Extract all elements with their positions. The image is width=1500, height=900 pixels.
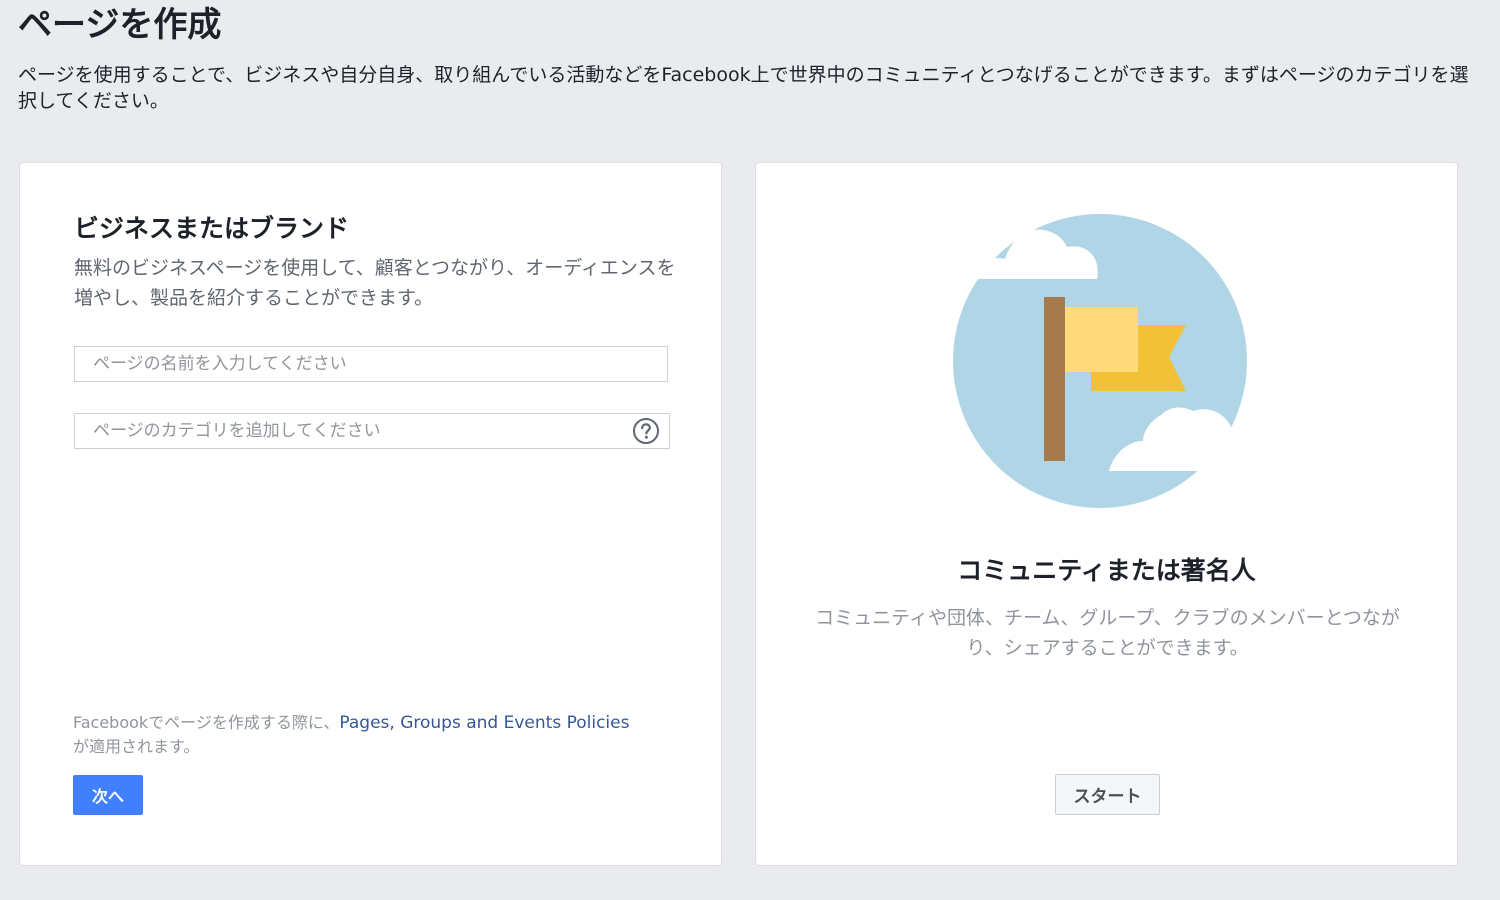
next-button[interactable]: 次へ: [73, 775, 143, 815]
flag-illustration: [953, 214, 1264, 508]
question-circle-icon[interactable]: [632, 417, 660, 445]
community-card-title: コミュニティまたは著名人: [957, 556, 1256, 585]
policy-prefix: Facebookでページを作成する際に、: [73, 713, 340, 732]
policies-link[interactable]: Pages, Groups and Events Policies: [339, 713, 629, 733]
start-button[interactable]: スタート: [1055, 774, 1160, 815]
business-card-title: ビジネスまたはブランド: [74, 214, 350, 243]
business-card-description: 無料のビジネスページを使用して、顧客とつながり、オーディエンスを増やし、製品を紹…: [74, 257, 676, 309]
page-category-input[interactable]: [74, 413, 670, 449]
page-title: ページを作成: [18, 5, 222, 45]
flag-pole: [1044, 297, 1065, 461]
page-description: ページを使用することで、ビジネスや自分自身、取り組んでいる活動などをFacebo…: [18, 64, 1469, 112]
flag-front-panel: [1065, 307, 1138, 372]
category-field: [74, 413, 670, 449]
page-name-input[interactable]: [74, 346, 668, 382]
policy-suffix: が適用されます。: [73, 737, 200, 756]
community-card-description: コミュニティや団体、チーム、グループ、クラブのメンバーとつながり、シェアすること…: [815, 607, 1400, 659]
page-header: ページを作成 ページを使用することで、ビジネスや自分自身、取り組んでいる活動など…: [18, 0, 1478, 114]
business-brand-card: ビジネスまたはブランド 無料のビジネスページを使用して、顧客とつながり、オーディ…: [19, 162, 722, 866]
community-public-figure-card: コミュニティまたは著名人 コミュニティや団体、チーム、グループ、クラブのメンバー…: [755, 162, 1458, 866]
policy-notice: Facebookでページを作成する際に、Pages, Groups and Ev…: [73, 711, 693, 758]
